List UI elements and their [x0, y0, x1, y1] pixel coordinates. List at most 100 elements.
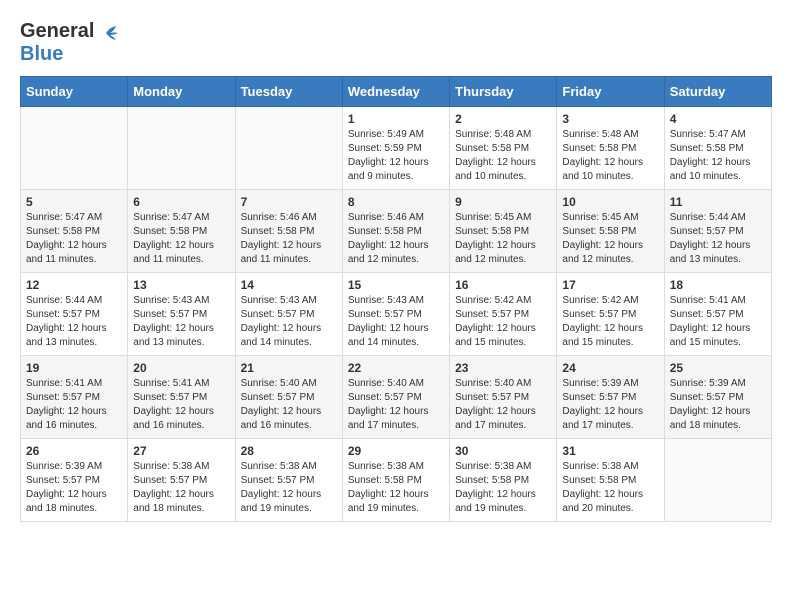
calendar-cell: 28 Sunrise: 5:38 AM Sunset: 5:57 PM Dayli… [235, 439, 342, 522]
day-number: 25 [670, 361, 766, 375]
day-info: Sunrise: 5:43 AM Sunset: 5:57 PM Dayligh… [241, 294, 337, 350]
calendar-cell: 26Sunrise: 5:39 AM Sunset: 5:57 PM Dayli… [21, 439, 128, 522]
day-number: 1 [348, 112, 444, 126]
day-number: 6 [133, 195, 229, 209]
calendar-cell: 19 Sunrise: 5:41 AM Sunset: 5:57 PM Dayli… [21, 356, 128, 439]
day-info: Sunrise: 5:43 AM Sunset: 5:57 PM Dayligh… [348, 294, 444, 350]
day-info: Sunrise: 5:45 AM Sunset: 5:58 PM Dayligh… [562, 211, 658, 267]
day-number: 17 [562, 278, 658, 292]
day-number: 22 [348, 361, 444, 375]
day-info: Sunrise: 5:40 AM Sunset: 5:57 PM Dayligh… [241, 377, 337, 433]
day-number: 5 [26, 195, 122, 209]
day-info: Sunrise: 5:41 AM Sunset: 5:57 PM Dayligh… [670, 294, 766, 350]
day-number: 8 [348, 195, 444, 209]
day-info: Sunrise: 5:39 AM Sunset: 5:57 PM Dayligh… [670, 377, 766, 433]
day-number: 19 [26, 361, 122, 375]
calendar-cell: 16Sunrise: 5:42 AM Sunset: 5:57 PM Dayli… [450, 273, 557, 356]
day-number: 20 [133, 361, 229, 375]
calendar-body: 1Sunrise: 5:49 AM Sunset: 5:59 PM Daylig… [21, 107, 772, 522]
column-header-saturday: Saturday [664, 77, 771, 107]
day-number: 9 [455, 195, 551, 209]
calendar-cell: 9Sunrise: 5:45 AM Sunset: 5:58 PM Daylig… [450, 190, 557, 273]
day-number: 24 [562, 361, 658, 375]
calendar-cell: 4 Sunrise: 5:47 AM Sunset: 5:58 PM Daylig… [664, 107, 771, 190]
day-info: Sunrise: 5:47 AM Sunset: 5:58 PM Dayligh… [26, 211, 122, 267]
calendar-cell: 7 Sunrise: 5:46 AM Sunset: 5:58 PM Daylig… [235, 190, 342, 273]
calendar-cell: 20 Sunrise: 5:41 AM Sunset: 5:57 PM Dayli… [128, 356, 235, 439]
column-header-friday: Friday [557, 77, 664, 107]
calendar-week-row: 5 Sunrise: 5:47 AM Sunset: 5:58 PM Daylig… [21, 190, 772, 273]
calendar-cell: 17 Sunrise: 5:42 AM Sunset: 5:57 PM Dayli… [557, 273, 664, 356]
day-number: 16 [455, 278, 551, 292]
day-info: Sunrise: 5:38 AM Sunset: 5:58 PM Dayligh… [455, 460, 551, 516]
day-number: 29 [348, 444, 444, 458]
day-number: 11 [670, 195, 766, 209]
calendar-cell [664, 439, 771, 522]
calendar-cell: 14 Sunrise: 5:43 AM Sunset: 5:57 PM Dayli… [235, 273, 342, 356]
day-info: Sunrise: 5:44 AM Sunset: 5:57 PM Dayligh… [26, 294, 122, 350]
calendar-cell: 18 Sunrise: 5:41 AM Sunset: 5:57 PM Dayli… [664, 273, 771, 356]
column-header-sunday: Sunday [21, 77, 128, 107]
calendar-cell: 2 Sunrise: 5:48 AM Sunset: 5:58 PM Daylig… [450, 107, 557, 190]
calendar-cell: 21 Sunrise: 5:40 AM Sunset: 5:57 PM Dayli… [235, 356, 342, 439]
day-number: 21 [241, 361, 337, 375]
calendar-cell: 12Sunrise: 5:44 AM Sunset: 5:57 PM Dayli… [21, 273, 128, 356]
day-info: Sunrise: 5:47 AM Sunset: 5:58 PM Dayligh… [133, 211, 229, 267]
day-number: 10 [562, 195, 658, 209]
logo: General Blue [20, 20, 118, 66]
logo-blue-text: Blue [20, 43, 63, 65]
calendar-header-row: SundayMondayTuesdayWednesdayThursdayFrid… [21, 77, 772, 107]
calendar-cell: 5 Sunrise: 5:47 AM Sunset: 5:58 PM Daylig… [21, 190, 128, 273]
column-header-monday: Monday [128, 77, 235, 107]
day-info: Sunrise: 5:40 AM Sunset: 5:57 PM Dayligh… [455, 377, 551, 433]
day-number: 18 [670, 278, 766, 292]
calendar-cell: 10 Sunrise: 5:45 AM Sunset: 5:58 PM Dayli… [557, 190, 664, 273]
calendar-cell [128, 107, 235, 190]
day-number: 15 [348, 278, 444, 292]
calendar-cell: 15 Sunrise: 5:43 AM Sunset: 5:57 PM Dayli… [342, 273, 449, 356]
day-number: 7 [241, 195, 337, 209]
day-number: 4 [670, 112, 766, 126]
day-number: 2 [455, 112, 551, 126]
day-info: Sunrise: 5:39 AM Sunset: 5:57 PM Dayligh… [562, 377, 658, 433]
page-header: General Blue [20, 20, 772, 66]
calendar-week-row: 26Sunrise: 5:39 AM Sunset: 5:57 PM Dayli… [21, 439, 772, 522]
calendar-cell [235, 107, 342, 190]
calendar-cell: 11Sunrise: 5:44 AM Sunset: 5:57 PM Dayli… [664, 190, 771, 273]
day-number: 3 [562, 112, 658, 126]
day-info: Sunrise: 5:38 AM Sunset: 5:57 PM Dayligh… [241, 460, 337, 516]
day-number: 23 [455, 361, 551, 375]
calendar-cell: 29 Sunrise: 5:38 AM Sunset: 5:58 PM Dayli… [342, 439, 449, 522]
calendar-cell: 8 Sunrise: 5:46 AM Sunset: 5:58 PM Daylig… [342, 190, 449, 273]
calendar-cell: 23 Sunrise: 5:40 AM Sunset: 5:57 PM Dayli… [450, 356, 557, 439]
day-info: Sunrise: 5:38 AM Sunset: 5:58 PM Dayligh… [348, 460, 444, 516]
day-number: 28 [241, 444, 337, 458]
day-info: Sunrise: 5:46 AM Sunset: 5:58 PM Dayligh… [241, 211, 337, 267]
column-header-tuesday: Tuesday [235, 77, 342, 107]
calendar-cell: 1Sunrise: 5:49 AM Sunset: 5:59 PM Daylig… [342, 107, 449, 190]
column-header-thursday: Thursday [450, 77, 557, 107]
calendar-cell: 3Sunrise: 5:48 AM Sunset: 5:58 PM Daylig… [557, 107, 664, 190]
calendar-cell: 30 Sunrise: 5:38 AM Sunset: 5:58 PM Dayli… [450, 439, 557, 522]
day-info: Sunrise: 5:38 AM Sunset: 5:58 PM Dayligh… [562, 460, 658, 516]
day-number: 30 [455, 444, 551, 458]
calendar-cell: 25 Sunrise: 5:39 AM Sunset: 5:57 PM Dayli… [664, 356, 771, 439]
day-info: Sunrise: 5:48 AM Sunset: 5:58 PM Dayligh… [455, 128, 551, 184]
day-number: 13 [133, 278, 229, 292]
calendar-cell: 27Sunrise: 5:38 AM Sunset: 5:57 PM Dayli… [128, 439, 235, 522]
day-info: Sunrise: 5:47 AM Sunset: 5:58 PM Dayligh… [670, 128, 766, 184]
day-info: Sunrise: 5:46 AM Sunset: 5:58 PM Dayligh… [348, 211, 444, 267]
day-number: 26 [26, 444, 122, 458]
day-info: Sunrise: 5:41 AM Sunset: 5:57 PM Dayligh… [133, 377, 229, 433]
day-info: Sunrise: 5:38 AM Sunset: 5:57 PM Dayligh… [133, 460, 229, 516]
day-info: Sunrise: 5:41 AM Sunset: 5:57 PM Dayligh… [26, 377, 122, 433]
calendar-week-row: 12Sunrise: 5:44 AM Sunset: 5:57 PM Dayli… [21, 273, 772, 356]
day-info: Sunrise: 5:40 AM Sunset: 5:57 PM Dayligh… [348, 377, 444, 433]
calendar-week-row: 19 Sunrise: 5:41 AM Sunset: 5:57 PM Dayli… [21, 356, 772, 439]
day-info: Sunrise: 5:42 AM Sunset: 5:57 PM Dayligh… [562, 294, 658, 350]
calendar-cell: 6 Sunrise: 5:47 AM Sunset: 5:58 PM Daylig… [128, 190, 235, 273]
day-number: 14 [241, 278, 337, 292]
calendar-cell: 13Sunrise: 5:43 AM Sunset: 5:57 PM Dayli… [128, 273, 235, 356]
calendar-cell: 24 Sunrise: 5:39 AM Sunset: 5:57 PM Dayli… [557, 356, 664, 439]
calendar-week-row: 1Sunrise: 5:49 AM Sunset: 5:59 PM Daylig… [21, 107, 772, 190]
